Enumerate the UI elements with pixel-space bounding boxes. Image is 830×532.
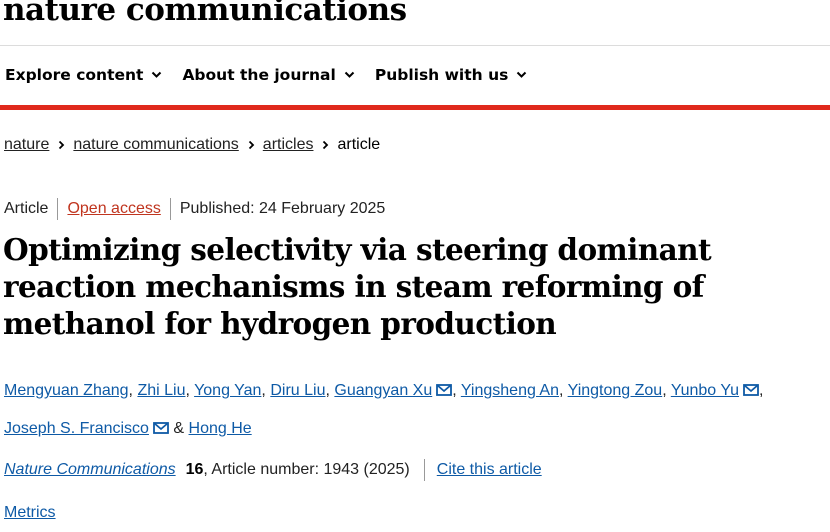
- nav-accent-bar: [0, 105, 830, 110]
- cite-this-article-link[interactable]: Cite this article: [437, 461, 542, 479]
- author-separator: ,: [261, 382, 266, 399]
- nav-about-journal[interactable]: About the journal: [182, 66, 355, 84]
- author-link[interactable]: Zhi Liu: [137, 382, 185, 399]
- author-link[interactable]: Hong He: [189, 420, 252, 437]
- breadcrumb-articles[interactable]: articles: [263, 136, 314, 154]
- mail-icon[interactable]: [153, 411, 169, 448]
- site-logo[interactable]: nature communications: [3, 0, 407, 28]
- citation-divider: [423, 459, 425, 481]
- article-meta: Article Open access Published: 24 Februa…: [4, 198, 385, 220]
- article-type: Article: [4, 200, 49, 217]
- breadcrumb-current: article: [337, 136, 381, 153]
- nav-explore-content-label: Explore content: [5, 66, 144, 84]
- mail-icon[interactable]: [743, 373, 759, 410]
- header-divider: [0, 45, 830, 46]
- journal-link[interactable]: Nature Communications: [4, 461, 176, 479]
- open-access-link[interactable]: Open access: [67, 200, 160, 218]
- author-link[interactable]: Yingtong Zou: [568, 382, 663, 399]
- chevron-right-icon: [58, 140, 65, 150]
- metrics-link[interactable]: Metrics: [4, 504, 56, 522]
- published-date: Published: 24 February 2025: [179, 200, 386, 217]
- author-ampersand: &: [173, 420, 185, 437]
- author-list: Mengyuan Zhang, Zhi Liu, Yong Yan, Diru …: [4, 372, 830, 448]
- author-link[interactable]: Guangyan Xu: [334, 382, 432, 399]
- chevron-right-icon: [248, 140, 255, 150]
- nav-publish-with-us[interactable]: Publish with us: [375, 66, 528, 84]
- author-link[interactable]: Joseph S. Francisco: [4, 420, 149, 437]
- meta-divider: [57, 198, 59, 220]
- nav-about-journal-label: About the journal: [182, 66, 336, 84]
- breadcrumb-nature-communications[interactable]: nature communications: [73, 136, 238, 154]
- chevron-down-icon: [151, 71, 162, 79]
- nav-explore-content[interactable]: Explore content: [5, 66, 162, 84]
- author-link[interactable]: Diru Liu: [270, 382, 325, 399]
- main-nav: Explore content About the journal Publis…: [5, 66, 527, 84]
- chevron-down-icon: [344, 71, 355, 79]
- author-link[interactable]: Mengyuan Zhang: [4, 382, 129, 399]
- author-link[interactable]: Yingsheng An: [461, 382, 559, 399]
- article-title: Optimizing selectivity via steering domi…: [3, 232, 712, 341]
- meta-divider: [169, 198, 171, 220]
- article-number: , Article number: 1943 (2025): [203, 461, 410, 478]
- chevron-down-icon: [516, 71, 527, 79]
- breadcrumb-nature[interactable]: nature: [4, 136, 49, 154]
- author-separator: ,: [452, 382, 457, 399]
- author-separator: ,: [128, 382, 133, 399]
- nav-publish-with-us-label: Publish with us: [374, 66, 509, 84]
- author-separator: ,: [559, 382, 564, 399]
- author-link[interactable]: Yunbo Yu: [671, 382, 739, 399]
- mail-icon[interactable]: [436, 373, 453, 410]
- author-separator: ,: [185, 382, 190, 399]
- chevron-right-icon: [322, 140, 329, 150]
- author-separator: ,: [325, 382, 330, 399]
- author-link[interactable]: Yong Yan: [194, 382, 261, 399]
- author-separator: ,: [662, 382, 667, 399]
- breadcrumb: nature nature communications articles ar…: [4, 136, 380, 154]
- volume-number: 16: [185, 461, 204, 478]
- author-separator: ,: [759, 382, 764, 399]
- citation-line: Nature Communications 16 , Article numbe…: [4, 459, 542, 481]
